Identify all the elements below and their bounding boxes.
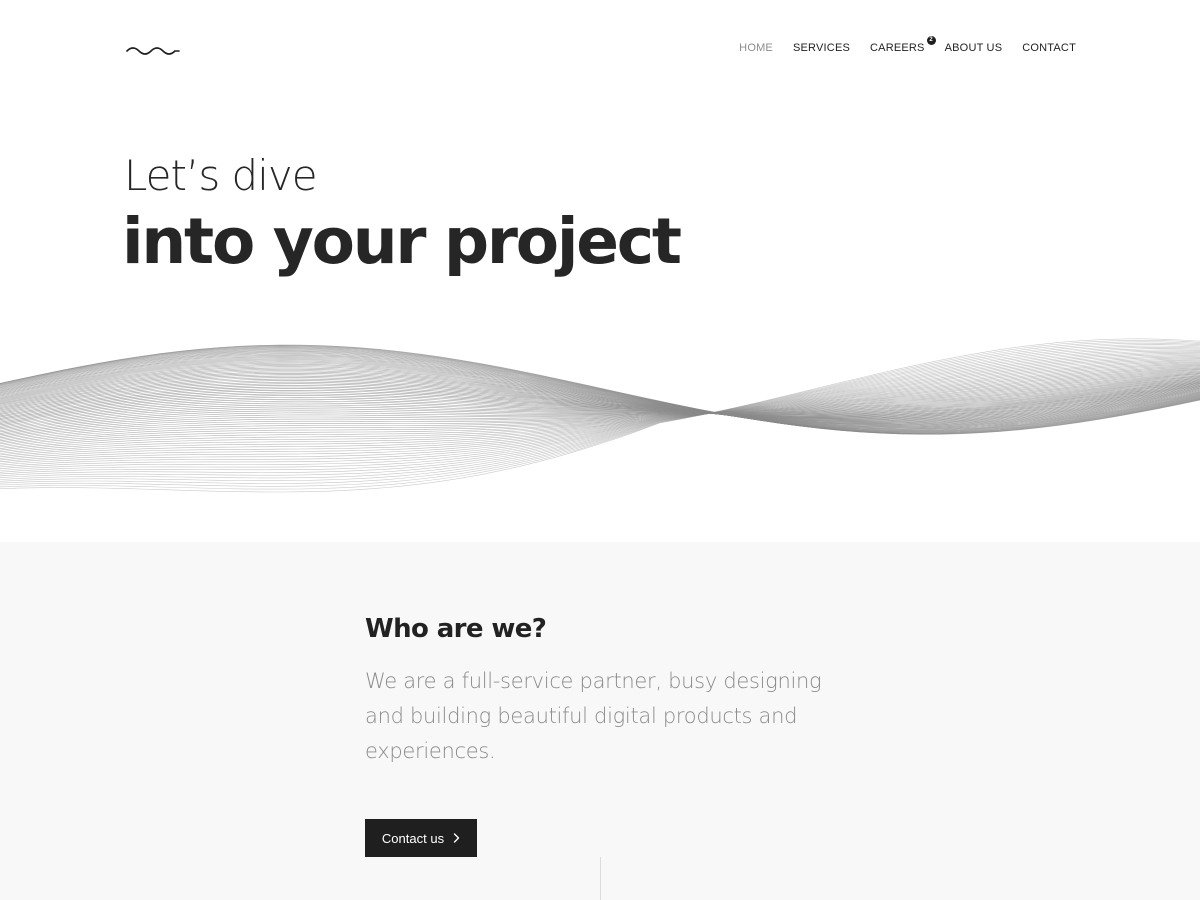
- site-header: HOME SERVICES CAREERS 2 ABOUT US CONTACT: [0, 0, 1200, 96]
- chevron-right-icon: [453, 833, 460, 843]
- main-nav: HOME SERVICES CAREERS 2 ABOUT US CONTACT: [739, 36, 1076, 55]
- about-description: We are a full-service partner, busy desi…: [365, 669, 822, 763]
- contact-button-label: Contact us: [381, 830, 445, 846]
- nav-careers-label: CAREERS: [870, 42, 925, 54]
- careers-count-badge: 2: [926, 36, 936, 45]
- hero-heading-bold: into your project: [122, 205, 682, 278]
- wave-logo-icon[interactable]: [126, 44, 180, 58]
- page: HOME SERVICES CAREERS 2 ABOUT US CONTACT…: [0, 0, 1200, 900]
- hero-heading-light: Let’s dive: [124, 151, 318, 200]
- nav-services-link[interactable]: SERVICES: [793, 41, 850, 55]
- wave-graphic: [0, 338, 1200, 493]
- nav-contact-link[interactable]: CONTACT: [1022, 41, 1076, 55]
- scroll-divider-line: [600, 857, 601, 900]
- wave-line: [0, 351, 1200, 471]
- nav-about-link[interactable]: ABOUT US: [945, 41, 1003, 55]
- nav-careers-link[interactable]: CAREERS 2: [870, 36, 936, 55]
- about-title: Who are we?: [365, 614, 547, 644]
- nav-home-link[interactable]: HOME: [739, 41, 773, 55]
- contact-us-button[interactable]: Contact us: [365, 819, 477, 857]
